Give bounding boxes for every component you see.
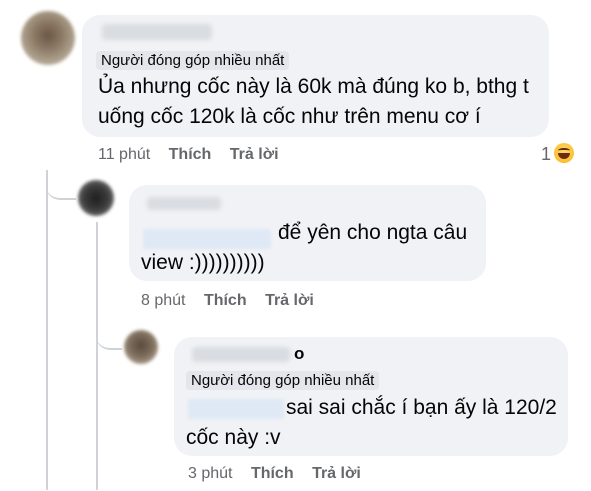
comment-text: để yên cho ngta câu [278, 221, 468, 244]
reply-button[interactable]: Trả lời [230, 146, 279, 163]
avatar[interactable] [78, 180, 114, 216]
author-name-redacted[interactable] [147, 197, 221, 210]
comment-time[interactable]: 3 phút [188, 465, 232, 482]
comment-time[interactable]: 11 phút [98, 146, 150, 163]
comment-text: sai sai chắc í bạn ấy là 120/2 [286, 396, 557, 419]
author-name-redacted[interactable] [102, 24, 212, 40]
comment-bubble: để yên cho ngta câu view :)))))))))) [129, 185, 486, 281]
comment-text: uống cốc 120k là cốc như trên menu cơ í [98, 105, 481, 128]
like-button[interactable]: Thích [251, 465, 294, 482]
top-contributor-badge: Người đóng góp nhiều nhất [186, 371, 380, 390]
thread-connector-reply-1 [46, 178, 76, 200]
comment-text: view :)))))))))) [141, 251, 265, 274]
mention-redacted[interactable] [188, 399, 284, 419]
avatar[interactable] [124, 330, 158, 364]
reply-button[interactable]: Trả lời [265, 292, 314, 309]
reaction-summary[interactable]: 1 [541, 143, 575, 165]
like-button[interactable]: Thích [204, 292, 247, 309]
comment-bubble: o Người đóng góp nhiều nhất sai sai chắc… [174, 337, 568, 456]
thread-line-main [46, 170, 48, 490]
like-button[interactable]: Thích [169, 146, 212, 163]
comment-time[interactable]: 8 phút [141, 292, 185, 309]
thread-line-nested [96, 222, 98, 490]
top-contributor-badge: Người đóng góp nhiều nhất [96, 51, 290, 70]
comment-actions: 11 phút Thích Trả lời [98, 146, 279, 164]
haha-icon [554, 143, 575, 163]
author-name-suffix[interactable]: o [294, 344, 304, 364]
avatar[interactable] [21, 11, 75, 65]
comment-actions: 3 phút Thích Trả lời [188, 465, 361, 483]
mention-redacted[interactable] [143, 229, 271, 249]
reply-button[interactable]: Trả lời [312, 465, 361, 482]
comment-actions: 8 phút Thích Trả lời [141, 292, 314, 310]
comment-thread: Người đóng góp nhiều nhất Ủa nhưng cốc n… [0, 0, 591, 491]
comment-bubble: Người đóng góp nhiều nhất Ủa nhưng cốc n… [82, 15, 549, 137]
comment-text: Ủa nhưng cốc này là 60k mà đúng ko b, bt… [98, 75, 529, 98]
comment-text: cốc này :v [186, 426, 281, 449]
reaction-count: 1 [541, 144, 552, 164]
thread-connector-reply-2 [96, 328, 122, 350]
author-name-redacted[interactable] [192, 347, 290, 362]
